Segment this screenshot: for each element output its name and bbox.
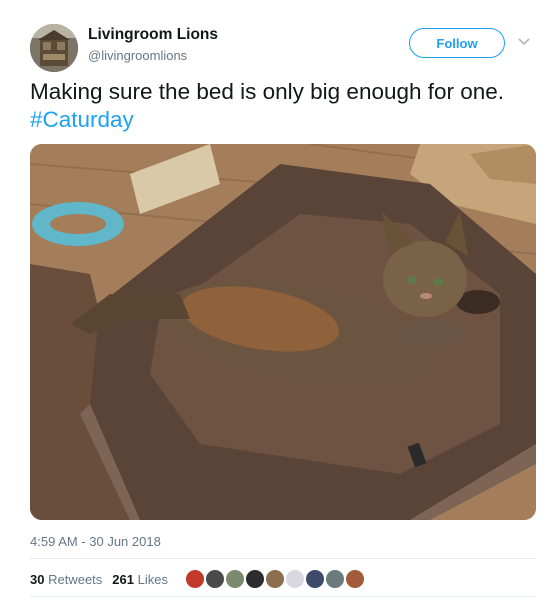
tweet-timestamp[interactable]: 4:59 AM - 30 Jun 2018 (30, 534, 161, 549)
liker-avatar[interactable] (244, 568, 266, 590)
engagement-stats: 30 Retweets 261 Likes (30, 572, 168, 587)
tweet-text: Making sure the bed is only big enough f… (30, 78, 530, 134)
divider (30, 596, 536, 597)
retweets-label: Retweets (48, 572, 103, 587)
display-name[interactable]: Livingroom Lions (88, 25, 218, 45)
avatar[interactable] (30, 24, 78, 72)
divider (30, 558, 536, 559)
retweets-count: 30 (30, 572, 45, 587)
liker-avatar[interactable] (224, 568, 246, 590)
tweet-body: Making sure the bed is only big enough f… (30, 79, 505, 104)
liker-avatar[interactable] (204, 568, 226, 590)
retweets-stat[interactable]: 30 Retweets (30, 572, 102, 587)
likes-label: Likes (137, 572, 168, 587)
user-handle[interactable]: @livingroomlions (88, 47, 218, 65)
liker-avatar[interactable] (264, 568, 286, 590)
liker-avatar[interactable] (344, 568, 366, 590)
liker-avatars (184, 568, 366, 590)
hashtag-link[interactable]: #Caturday (30, 107, 134, 132)
follow-button[interactable]: Follow (409, 28, 505, 58)
tweet-card: Livingroom Lions @livingroomlions Follow… (0, 0, 560, 600)
likes-count: 261 (112, 572, 134, 587)
cat-photo-illustration (30, 144, 536, 520)
liker-avatar[interactable] (184, 568, 206, 590)
likes-stat[interactable]: 261 Likes (112, 572, 168, 587)
liker-avatar[interactable] (324, 568, 346, 590)
tweet-photo[interactable] (30, 144, 536, 520)
user-block[interactable]: Livingroom Lions @livingroomlions (88, 25, 218, 65)
liker-avatar[interactable] (284, 568, 306, 590)
liker-avatar[interactable] (304, 568, 326, 590)
chevron-down-icon[interactable] (515, 33, 533, 51)
